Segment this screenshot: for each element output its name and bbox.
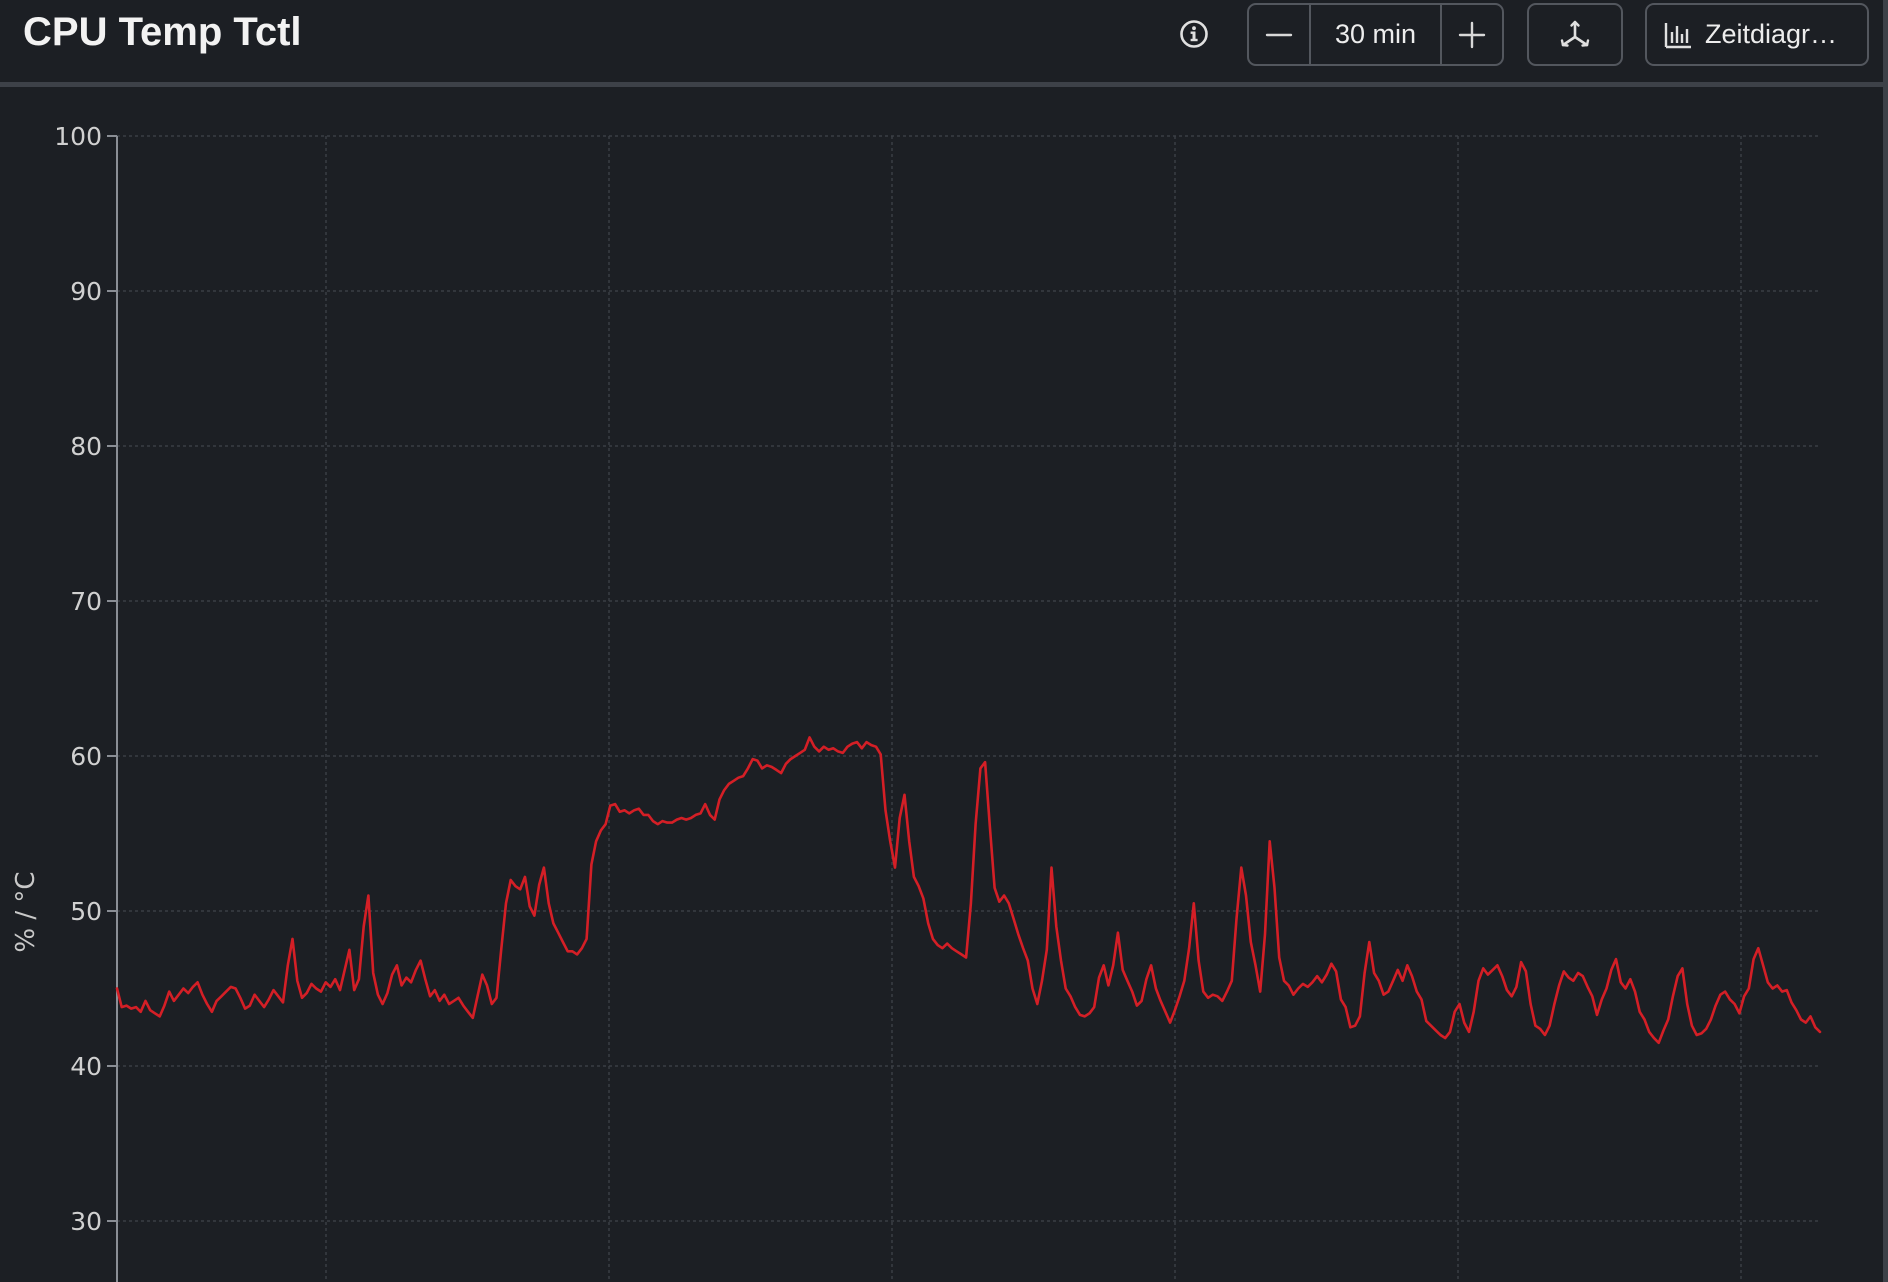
y-tick-label: 30 (70, 1207, 102, 1236)
bar-chart-icon (1664, 22, 1691, 48)
axes-settings-button[interactable] (1527, 3, 1623, 66)
line-chart: 30 40 50 60 70 80 90 100 % / °C (11, 122, 1822, 1282)
decrease-time-button[interactable] (1249, 5, 1309, 64)
increase-time-button[interactable] (1442, 5, 1502, 64)
panel-scrollbar[interactable] (1883, 0, 1888, 1282)
chart-panel: CPU Temp Tctl 30 min Zeitdiagr… 30 40 50… (0, 0, 1888, 1282)
series-line (115, 736, 1822, 1045)
y-tick-label: 50 (70, 897, 102, 926)
chart-type-label: Zeitdiagr… (1705, 19, 1838, 49)
chart-type-button[interactable]: Zeitdiagr… (1645, 3, 1869, 66)
chart-area: 30 40 50 60 70 80 90 100 % / °C (0, 87, 1883, 1282)
info-button[interactable] (1176, 16, 1212, 52)
y-axis-label: % / °C (11, 871, 41, 952)
y-tick-label: 80 (70, 432, 102, 461)
panel-header: CPU Temp Tctl 30 min Zeitdiagr… (0, 0, 1888, 87)
panel-title: CPU Temp Tctl (23, 10, 302, 54)
info-circle-icon (1180, 20, 1208, 48)
y-tick-label: 90 (70, 277, 102, 306)
plus-icon (1458, 21, 1486, 48)
y-tick-label: 60 (70, 742, 102, 771)
y-tick-label: 100 (54, 122, 102, 151)
y-tick-label: 70 (70, 587, 102, 616)
axes-icon (1560, 20, 1590, 47)
minus-icon (1265, 33, 1293, 36)
y-tick-label: 40 (70, 1052, 102, 1081)
time-window-value: 30 min (1309, 5, 1442, 64)
time-window-stepper: 30 min (1247, 3, 1504, 66)
